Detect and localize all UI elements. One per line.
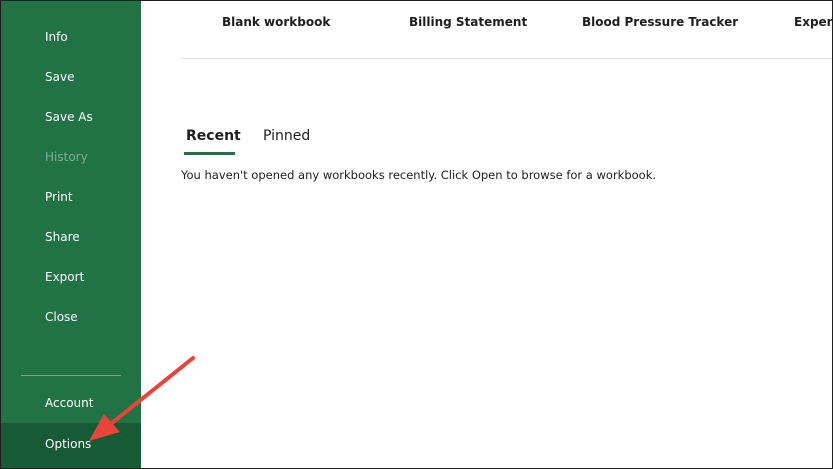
tab-pinned[interactable]: Pinned bbox=[263, 128, 310, 144]
sidebar-item-save[interactable]: Save bbox=[1, 57, 141, 97]
sidebar-item-info[interactable]: Info bbox=[1, 17, 141, 57]
sidebar-item-options[interactable]: Options bbox=[1, 423, 141, 468]
backstage-sidebar: Info Save Save As History Print Share Ex… bbox=[1, 1, 141, 468]
sidebar-item-export[interactable]: Export bbox=[1, 257, 141, 297]
sidebar-item-close[interactable]: Close bbox=[1, 297, 141, 337]
sidebar-item-save-as[interactable]: Save As bbox=[1, 97, 141, 137]
sidebar-item-share[interactable]: Share bbox=[1, 217, 141, 257]
tab-recent-underline bbox=[184, 152, 235, 155]
templates-divider bbox=[181, 58, 832, 59]
template-blood-pressure-tracker[interactable]: Blood Pressure Tracker bbox=[582, 15, 738, 29]
template-billing-statement[interactable]: Billing Statement bbox=[409, 15, 527, 29]
sidebar-item-print[interactable]: Print bbox=[1, 177, 141, 217]
sidebar-item-account[interactable]: Account bbox=[1, 383, 141, 423]
recent-empty-message: You haven't opened any workbooks recentl… bbox=[181, 168, 657, 182]
excel-backstage-window: Info Save Save As History Print Share Ex… bbox=[0, 0, 833, 469]
sidebar-divider bbox=[21, 375, 121, 376]
template-blank-workbook[interactable]: Blank workbook bbox=[222, 15, 330, 29]
template-expense[interactable]: Expens bbox=[794, 15, 832, 29]
sidebar-item-history: History bbox=[45, 150, 88, 164]
backstage-main-panel: Blank workbook Billing Statement Blood P… bbox=[141, 1, 832, 468]
tab-recent[interactable]: Recent bbox=[186, 128, 241, 144]
